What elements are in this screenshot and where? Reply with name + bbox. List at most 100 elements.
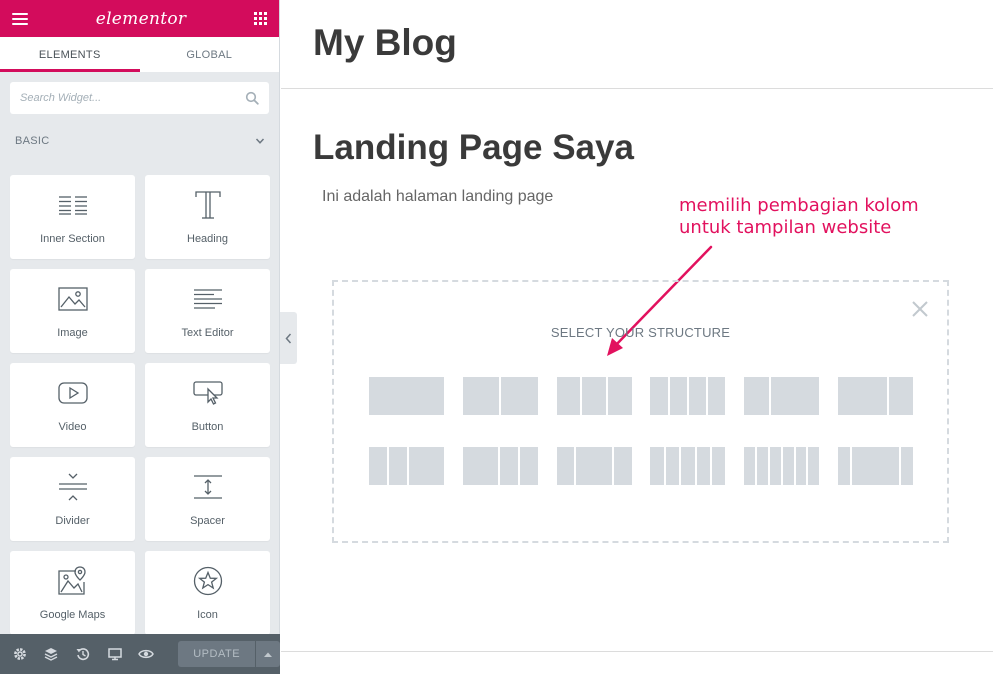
history-icon [76,648,90,661]
preset-column [408,447,444,485]
responsive-mode-button[interactable] [99,634,131,674]
widget-inner-section[interactable]: Inner Section [10,175,135,259]
panel-footer: UPDATE [0,634,280,674]
history-button[interactable] [67,634,99,674]
preset-column [665,447,680,485]
widget-heading[interactable]: Heading [145,175,270,259]
settings-button[interactable] [4,634,36,674]
preset-column [462,377,500,415]
annotation-line: untuk tampilan website [679,217,892,238]
structure-preset-2[interactable] [462,377,538,415]
preset-column [576,447,612,485]
widget-label: Icon [197,609,218,621]
preset-column [769,447,781,485]
preset-column [388,447,407,485]
preview-button[interactable] [131,634,163,674]
widget-video[interactable]: Video [10,363,135,447]
preset-column [744,447,756,485]
page-text[interactable]: Ini adalah halaman landing page [322,188,553,206]
site-title[interactable]: My Blog [313,22,457,64]
preset-column [696,447,710,485]
preset-column [795,447,807,485]
widget-label: Button [191,421,224,433]
preset-column [851,447,900,485]
structure-preset-5[interactable] [744,377,820,415]
menu-icon[interactable] [12,12,28,25]
structure-preset-4[interactable] [650,377,726,415]
preset-column [708,377,726,415]
widget-grid: Inner Section Heading Image Text Editor … [0,175,279,635]
preset-column [650,377,668,415]
preset-column [369,377,444,415]
elementor-panel: elementor ELEMENTS GLOBAL BASIC [0,0,280,674]
structure-preset-10[interactable] [650,447,726,485]
preset-column [669,377,687,415]
preset-column [607,377,632,415]
annotation-line: memilih pembagian kolom [679,195,919,216]
structure-preset-12[interactable] [838,447,913,485]
search-icon[interactable] [245,91,259,105]
preset-column [757,447,768,485]
elementor-logo: elementor [95,8,187,29]
image-icon [57,287,88,311]
inner-section-icon [58,196,87,215]
search-box [10,82,269,114]
heading-icon [194,191,221,219]
structure-preset-7[interactable] [369,447,444,485]
text-editor-icon [193,289,222,309]
preset-column [838,447,850,485]
preset-column [650,447,664,485]
widgets-grid-icon[interactable] [254,12,267,25]
save-options-button[interactable] [256,641,280,667]
responsive-icon [108,648,122,661]
widget-label: Video [58,421,87,433]
star-icon [193,566,222,596]
widget-text-editor[interactable]: Text Editor [145,269,270,353]
page-title: Landing Page Saya [313,128,634,167]
update-button[interactable]: UPDATE [178,641,256,667]
settings-icon [13,648,26,660]
structure-preset-3[interactable] [556,377,632,415]
elementor-editor: elementor ELEMENTS GLOBAL BASIC [0,0,993,674]
tab-global[interactable]: GLOBAL [139,37,279,72]
search-area [0,72,279,114]
panel-header: elementor [0,0,279,37]
button-icon [192,381,223,405]
editor-canvas: My Blog Landing Page Saya Ini adalah hal… [281,0,993,674]
preset-column [782,447,794,485]
search-widget-input[interactable] [20,92,245,104]
preset-column [901,447,913,485]
structure-preset-9[interactable] [556,447,632,485]
widget-label: Google Maps [39,609,106,621]
widget-google-maps[interactable]: Google Maps [10,551,135,635]
google-maps-icon [57,566,86,595]
structure-preset-1[interactable] [369,377,444,415]
structure-preset-11[interactable] [744,447,820,485]
navigator-icon [45,648,58,661]
category-basic[interactable]: BASIC [0,126,279,156]
widget-icon[interactable]: Icon [145,551,270,635]
preset-column [520,447,538,485]
tab-elements[interactable]: ELEMENTS [0,37,140,72]
preset-column [582,377,606,415]
preset-column [838,377,887,415]
preset-column [501,377,538,415]
preset-column [556,447,575,485]
preset-column [688,377,707,415]
spacer-icon [193,475,222,499]
structure-preset-8[interactable] [462,447,538,485]
preset-column [808,447,820,485]
close-icon[interactable] [911,300,929,318]
widget-image[interactable]: Image [10,269,135,353]
widget-divider[interactable]: Divider [10,457,135,541]
preset-column [500,447,519,485]
navigator-button[interactable] [36,634,68,674]
widget-button[interactable]: Button [145,363,270,447]
preset-column [888,377,913,415]
structure-preset-6[interactable] [838,377,913,415]
widget-spacer[interactable]: Spacer [145,457,270,541]
preset-column [462,447,499,485]
annotation-note: memilih pembagian kolom untuk tampilan w… [679,195,919,239]
widget-label: Spacer [190,515,225,527]
header-divider [281,88,993,89]
